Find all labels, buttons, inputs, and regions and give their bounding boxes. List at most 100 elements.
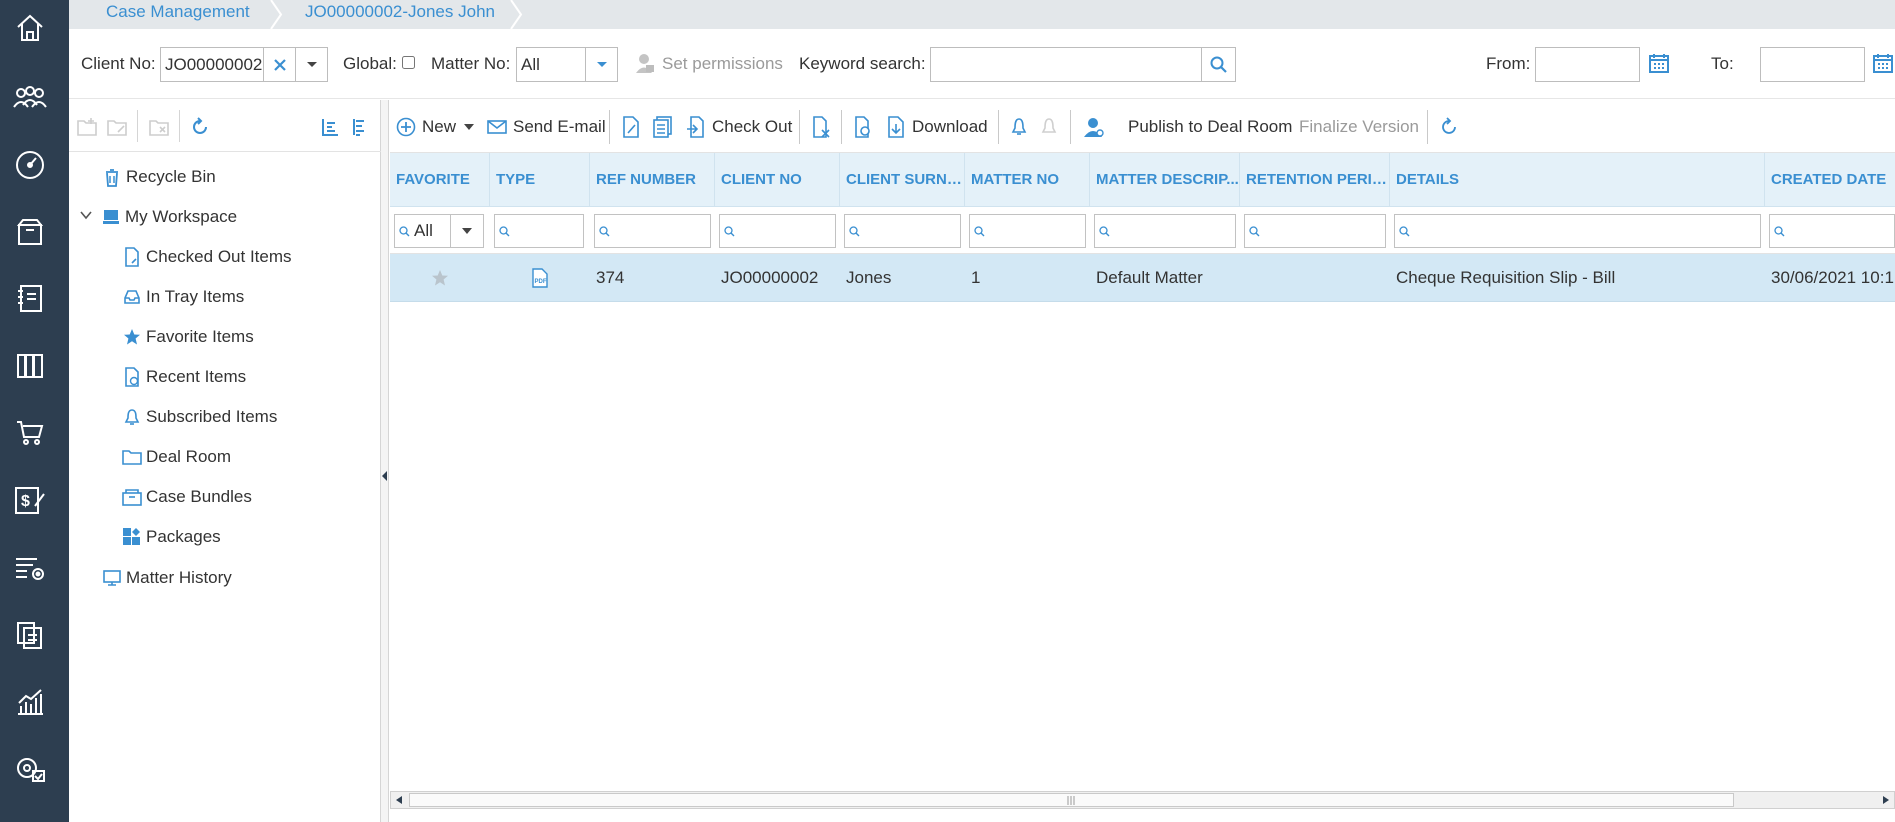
tree-item-deal-room[interactable]: Deal Room — [122, 442, 231, 472]
address-book-icon[interactable] — [10, 278, 50, 318]
cart-icon[interactable] — [10, 412, 50, 452]
tree-item-matter-history[interactable]: Matter History — [102, 563, 232, 593]
matter-no-filter-input[interactable] — [969, 214, 1086, 248]
ref-number-filter-input[interactable] — [594, 214, 711, 248]
column-header-client-surname[interactable]: CLIENT SURNA... — [840, 153, 965, 207]
edit-folder-icon[interactable] — [106, 117, 128, 137]
column-header-type[interactable]: TYPE — [490, 153, 590, 207]
tree-item-case-bundles[interactable]: Case Bundles — [122, 482, 252, 512]
check-out-button[interactable]: Check Out — [686, 113, 792, 141]
new-folder-icon[interactable] — [76, 117, 98, 137]
tree-toolbar — [69, 100, 381, 152]
tree-item-subscribed[interactable]: Subscribed Items — [122, 402, 277, 432]
panel-splitter[interactable] — [381, 100, 389, 822]
preview-button[interactable] — [853, 113, 873, 141]
admin-settings-icon[interactable] — [10, 749, 50, 789]
expand-all-icon[interactable] — [320, 117, 340, 137]
column-header-created-date[interactable]: CREATED DATE — [1765, 153, 1895, 207]
discard-document-icon — [813, 116, 830, 138]
details-filter-input[interactable] — [1394, 214, 1761, 248]
column-header-matter-description[interactable]: MATTER DESCRIP... — [1090, 153, 1240, 207]
tree-item-favorite[interactable]: Favorite Items — [122, 322, 254, 352]
dashboard-icon[interactable] — [10, 145, 50, 185]
calendar-icon[interactable] — [1648, 52, 1670, 74]
scroll-left-arrow-icon[interactable] — [394, 795, 404, 805]
download-button[interactable]: Download — [886, 113, 988, 141]
scrollbar-thumb[interactable] — [409, 793, 1734, 807]
collapse-all-icon[interactable] — [351, 117, 367, 137]
type-filter-input[interactable] — [494, 214, 584, 248]
billing-icon[interactable]: $ — [10, 480, 50, 520]
document-properties-button[interactable] — [653, 113, 673, 141]
favorite-filter-dropdown[interactable] — [450, 214, 484, 248]
new-button[interactable]: New — [396, 113, 475, 141]
calendar-icon[interactable] — [1872, 52, 1894, 74]
analytics-chart-icon[interactable] — [10, 682, 50, 722]
chevron-down-icon[interactable] — [79, 210, 93, 220]
keyword-search-button[interactable] — [1201, 47, 1236, 82]
scroll-right-arrow-icon[interactable] — [1881, 795, 1891, 805]
favorite-filter-select[interactable]: All — [394, 214, 451, 248]
column-header-matter-no[interactable]: MATTER NO — [965, 153, 1090, 207]
matter-no-select[interactable]: All — [516, 47, 586, 82]
tree-item-checked-out[interactable]: Checked Out Items — [122, 242, 292, 272]
subscribe-button[interactable] — [1010, 113, 1028, 141]
horizontal-scrollbar[interactable] — [390, 791, 1895, 809]
unsubscribe-button[interactable] — [1040, 113, 1058, 141]
breadcrumb-case-management[interactable]: Case Management — [106, 0, 250, 29]
tree-item-packages[interactable]: Packages — [122, 522, 221, 552]
retention-period-filter-input[interactable] — [1244, 214, 1386, 248]
toolbar-divider — [609, 110, 610, 144]
column-header-client-no[interactable]: CLIENT NO — [715, 153, 840, 207]
column-header-favorite[interactable]: FAVORITE — [390, 153, 490, 207]
delete-folder-icon[interactable] — [148, 117, 170, 137]
edit-document-button[interactable] — [621, 113, 641, 141]
matter-dropdown-button[interactable] — [585, 47, 618, 82]
clear-client-button[interactable] — [263, 47, 296, 82]
set-permissions-button[interactable]: Set permissions — [662, 54, 783, 74]
client-no-filter-input[interactable] — [719, 214, 836, 248]
from-date-input[interactable] — [1535, 47, 1640, 82]
column-header-retention-period[interactable]: RETENTION PERIOD — [1240, 153, 1390, 207]
tree-item-my-workspace[interactable]: My Workspace — [101, 202, 237, 232]
publish-to-deal-room-button[interactable]: Publish to Deal Room — [1128, 113, 1292, 141]
global-checkbox[interactable] — [402, 56, 415, 69]
favorite-cell[interactable] — [390, 254, 490, 302]
keyword-search-input[interactable] — [930, 47, 1202, 82]
client-no-input[interactable]: JO00000002 — [160, 47, 264, 82]
tree-item-recycle-bin[interactable]: Recycle Bin — [102, 162, 216, 192]
table-row[interactable]: PDF 374 JO00000002 Jones 1 Default Matte… — [390, 254, 1895, 302]
toolbar-divider — [841, 110, 842, 144]
svg-text:PDF: PDF — [535, 279, 547, 285]
client-dropdown-button[interactable] — [295, 47, 328, 82]
home-icon[interactable] — [10, 8, 50, 48]
column-header-details[interactable]: DETAILS — [1390, 153, 1765, 207]
toolbar-divider — [1427, 110, 1428, 144]
matter-description-filter-input[interactable] — [1094, 214, 1236, 248]
toolbar-divider — [179, 110, 180, 142]
copy-docs-icon[interactable] — [10, 615, 50, 655]
library-icon[interactable] — [10, 345, 50, 385]
discard-checkout-button[interactable] — [811, 113, 831, 141]
people-icon[interactable] — [10, 77, 50, 117]
tree-item-recent[interactable]: Recent Items — [122, 362, 246, 392]
send-email-button[interactable]: Send E-mail — [487, 113, 606, 141]
breadcrumb-client[interactable]: JO00000002-Jones John — [305, 0, 495, 29]
bundle-icon — [122, 486, 142, 508]
star-icon[interactable] — [431, 269, 449, 287]
settings-list-icon[interactable] — [10, 548, 50, 588]
grip-icon — [1067, 796, 1075, 805]
caret-down-icon — [464, 124, 475, 130]
search-icon — [599, 225, 610, 236]
collapse-arrow-icon[interactable] — [381, 470, 389, 482]
tree-item-in-tray[interactable]: In Tray Items — [122, 282, 244, 312]
refresh-grid-button[interactable] — [1439, 113, 1459, 141]
finalize-version-button[interactable]: Finalize Version — [1299, 113, 1419, 141]
refresh-icon[interactable] — [190, 117, 210, 137]
client-surname-filter-input[interactable] — [844, 214, 961, 248]
created-date-filter-input[interactable] — [1769, 214, 1895, 248]
to-date-input[interactable] — [1760, 47, 1865, 82]
archive-box-icon[interactable] — [10, 212, 50, 252]
assign-user-button[interactable] — [1083, 113, 1105, 141]
column-header-ref-number[interactable]: REF NUMBER — [590, 153, 715, 207]
